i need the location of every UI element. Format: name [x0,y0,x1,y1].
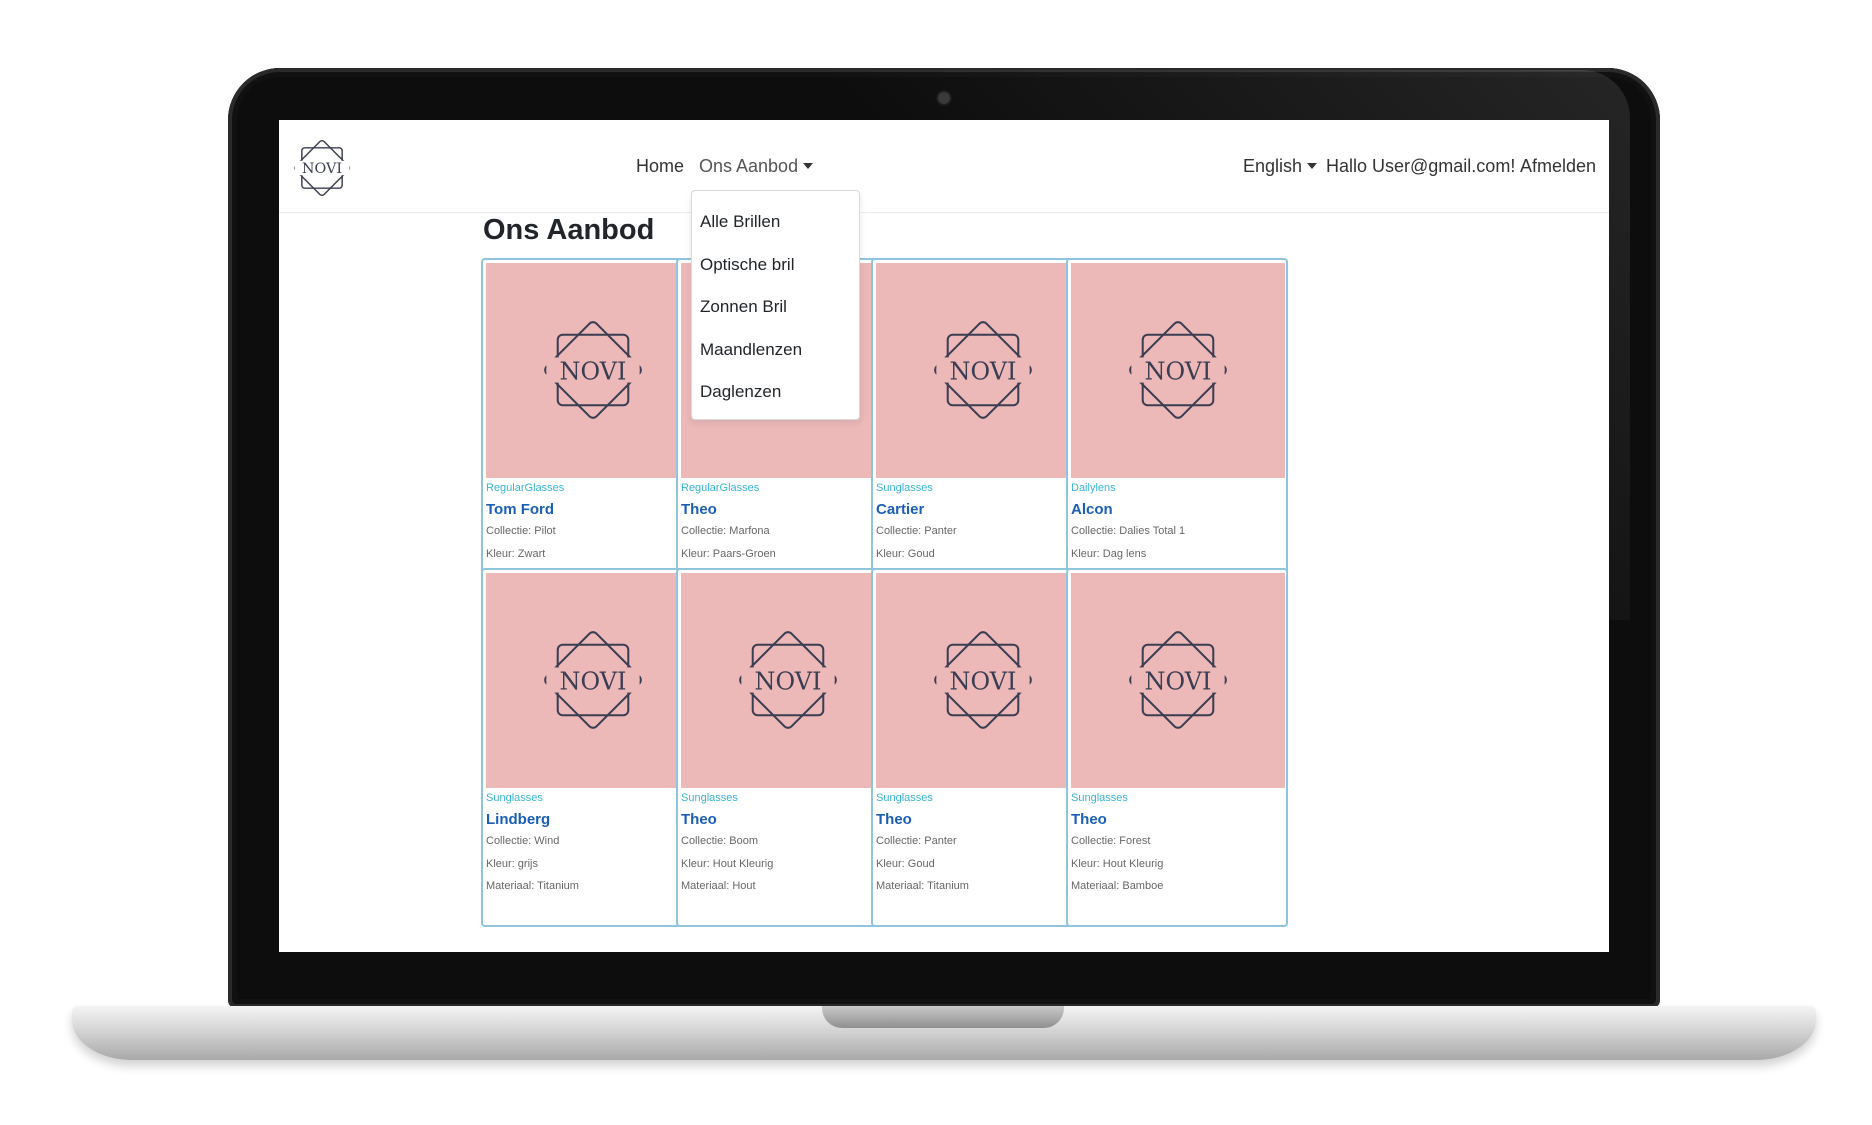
caret-down-icon [803,163,814,169]
dropdown-item-zonnen-bril[interactable]: Zonnen Bril [692,286,859,329]
product-collectie: Collectie: Wind [486,835,560,847]
product-card[interactable]: NOVI Sunglasses Lindberg Collectie: Wind Kle… [481,568,703,927]
product-image[interactable]: NOVI [876,263,1090,478]
product-kleur: Kleur: Hout Kleurig [1071,858,1164,870]
product-brand-link[interactable]: Cartier [876,501,924,518]
product-brand-link[interactable]: Theo [681,811,717,828]
product-image[interactable]: NOVI [681,573,895,788]
product-collectie: Collectie: Panter [876,525,957,537]
product-type: Sunglasses [876,482,933,494]
product-kleur: Kleur: Goud [876,858,935,870]
product-collectie: Collectie: Dalies Total 1 [1071,525,1186,537]
logo-text: NOVI [560,667,627,695]
product-type: RegularGlasses [486,482,565,494]
product-card[interactable]: NOVI RegularGlasses Tom Ford Collectie: Pil… [481,258,703,617]
product-collectie: Collectie: Pilot [486,525,556,537]
product-kleur: Kleur: Hout Kleurig [681,858,774,870]
product-type: Sunglasses [1071,792,1128,804]
language-dropdown[interactable]: English [1243,156,1318,177]
logo-text: NOVI [950,357,1017,385]
nav-home-link[interactable]: Home [636,156,684,177]
product-materiaal: Materiaal: Titanium [876,880,969,892]
nav-aanbod-label: Ons Aanbod [699,156,799,176]
logout-link[interactable]: Afmelden [1520,156,1596,177]
product-collectie: Collectie: Marfona [681,525,770,537]
product-image[interactable]: NOVI [486,263,700,478]
webcam [938,92,950,104]
product-type: Dailylens [1071,482,1116,494]
user-greeting: Hallo User@gmail.com! [1326,156,1516,176]
product-card[interactable]: NOVI Sunglasses Theo Collectie: Forest Kleur… [1066,568,1288,927]
dropdown-item-daglenzen[interactable]: Daglenzen [692,371,859,414]
product-materiaal: Materiaal: Titanium [486,880,579,892]
logo-text: NOVI [302,161,342,177]
logo-text: NOVI [755,667,822,695]
product-image[interactable]: NOVI [1071,263,1285,478]
product-collectie: Collectie: Boom [681,835,759,847]
product-kleur: Kleur: Goud [876,548,935,560]
dropdown-item-alle-brillen[interactable]: Alle Brillen [692,201,859,244]
product-collectie: Collectie: Panter [876,835,957,847]
caret-down-icon [1307,163,1318,169]
product-materiaal: Materiaal: Hout [681,880,756,892]
product-type: Sunglasses [876,792,933,804]
laptop-base-notch [822,1006,1064,1028]
novi-logo: NOVI [544,321,642,419]
nav-aanbod-dropdown[interactable]: Ons Aanbod [699,156,814,177]
product-image[interactable]: NOVI [1071,573,1285,788]
product-brand-link[interactable]: Alcon [1071,501,1113,518]
dropdown-item-optische-bril[interactable]: Optische bril [692,244,859,287]
novi-logo: NOVI [1129,631,1227,729]
logo-text: NOVI [1145,357,1212,385]
product-type: Sunglasses [681,792,738,804]
product-type: Sunglasses [486,792,543,804]
logo-text: NOVI [950,667,1017,695]
product-kleur: Kleur: grijs [486,858,538,870]
product-kleur: Kleur: Zwart [486,548,546,560]
product-card[interactable]: NOVI Sunglasses Cartier Collectie: Panter Kl… [871,258,1093,617]
product-kleur: Kleur: Paars-Groen [681,548,776,560]
product-type: RegularGlasses [681,482,760,494]
product-card[interactable]: NOVI Sunglasses Theo Collectie: Panter Kleur… [871,568,1093,927]
product-kleur: Kleur: Dag lens [1071,548,1147,560]
product-brand-link[interactable]: Theo [1071,811,1107,828]
product-brand-link[interactable]: Tom Ford [486,501,554,518]
browser-viewport: NOVI Home Ons Aanbod English Hallo User@… [279,120,1609,952]
product-collectie: Collectie: Forest [1071,835,1151,847]
product-brand-link[interactable]: Lindberg [486,811,550,828]
product-card[interactable]: NOVI Sunglasses Theo Collectie: Boom Kleur: … [676,568,898,927]
product-brand-link[interactable]: Theo [681,501,717,518]
product-card[interactable]: NOVI Dailylens Alcon Collectie: Dalies Tota… [1066,258,1288,617]
novi-logo[interactable]: NOVI [286,132,358,204]
dropdown-item-maandlenzen[interactable]: Maandlenzen [692,329,859,372]
product-brand-link[interactable]: Theo [876,811,912,828]
novi-logo: NOVI [544,631,642,729]
language-label: English [1243,156,1303,176]
novi-logo: NOVI [934,321,1032,419]
logo-text: NOVI [1145,667,1212,695]
product-materiaal: Materiaal: Bamboe [1071,880,1164,892]
page-title: Ons Aanbod [483,214,655,246]
novi-logo: NOVI [934,631,1032,729]
aanbod-dropdown-menu: Alle Brillen Optische bril Zonnen Bril M… [691,190,860,420]
product-image[interactable]: NOVI [486,573,700,788]
product-image[interactable]: NOVI [876,573,1090,788]
navbar: NOVI Home Ons Aanbod English Hallo User@… [279,120,1609,213]
logo-text: NOVI [560,357,627,385]
novi-logo: NOVI [739,631,837,729]
novi-logo: NOVI [1129,321,1227,419]
